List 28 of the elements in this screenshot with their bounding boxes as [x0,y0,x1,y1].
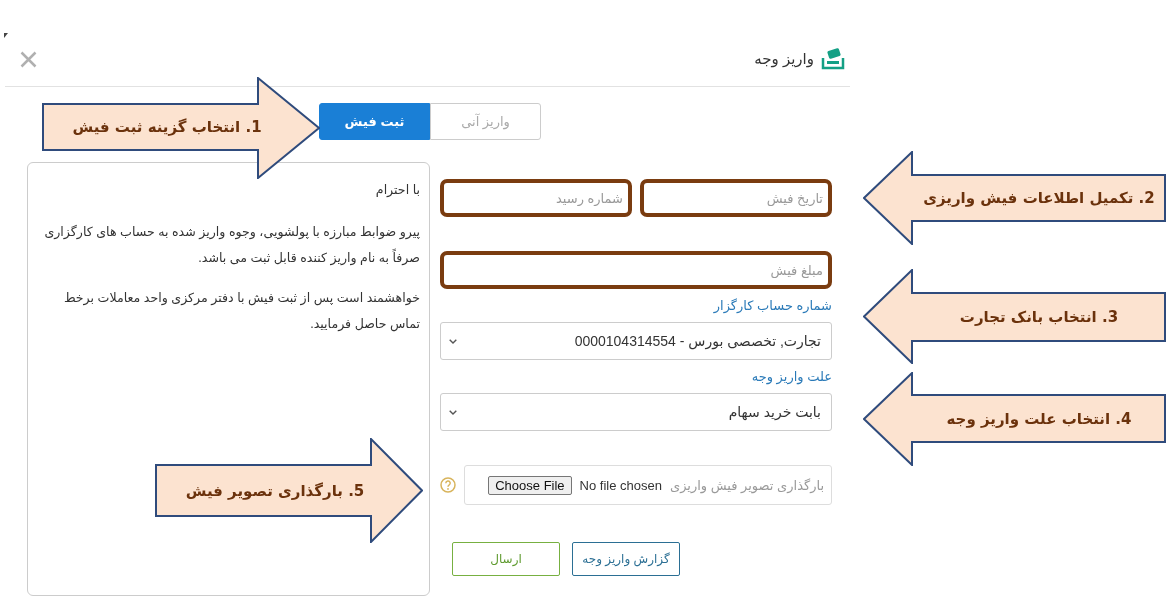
notice-greeting: با احترام [374,182,420,199]
close-icon[interactable] [20,50,37,68]
callout-label: 3. انتخاب بانک تجارت [959,308,1119,326]
file-status: No file chosen [579,477,662,493]
input-field[interactable]: تاریخ فیش [640,179,832,217]
help-icon[interactable] [440,477,456,493]
notice-paragraph: خواهشمند است پس از ثبت فیش با دفتر مرکزی واحد معاملات برخط تماس حاصل فرمایید. [62,290,420,334]
card-tray-icon [821,48,845,70]
dropdown[interactable]: تجارت, تخصصی بورس - 0000104314554 [440,322,832,360]
chevron-down-icon [449,409,457,415]
dialog-title: واریز وجه [754,50,814,68]
upload-caption: بارگذاری تصویر فیش واریزی [670,477,824,493]
input-field[interactable]: شماره رسید [440,179,632,217]
submit-button[interactable]: ارسال [452,542,560,576]
notice-paragraph: پیرو ضوابط مبارزه با پولشویی، وجوه واریز شده به حساب های کارگزاری صرفاً به نام واریز کننده قابل ثبت می باشد. [43,224,420,268]
corner-mark-icon [4,33,8,38]
input-field[interactable]: مبلغ فیش [440,251,832,289]
dropdown[interactable]: بابت خرید سهام [440,393,832,431]
chevron-down-icon [449,338,457,344]
field-label: شماره حساب کارگزار [713,298,832,314]
callout-label: 5. بارگذاری تصویر فیش [185,481,365,500]
field-label: علت واریز وجه [751,369,832,385]
callout-label: 1. انتخاب گزینه ثبت فیش [72,118,262,136]
choose-file-button[interactable]: Choose File [488,475,572,495]
report-button[interactable]: گزارش واریز وجه [572,542,680,576]
mode-tab[interactable]: ثبت فیش [319,103,430,140]
callout-label: 4. انتخاب علت واریز وجه [946,409,1132,428]
callout-label: 2. تکمیل اطلاعات فیش واریزی [923,189,1155,207]
